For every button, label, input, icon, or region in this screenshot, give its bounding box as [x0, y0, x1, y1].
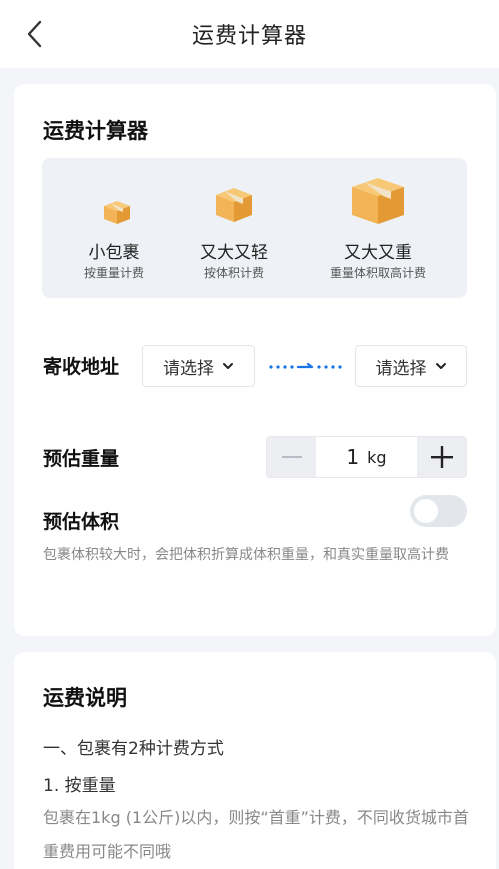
- package-option-medium[interactable]: 又大又轻 按体积计费: [182, 158, 286, 298]
- explain-line-by-weight: 1. 按重量: [43, 776, 116, 796]
- plus-icon: [430, 446, 453, 468]
- calculator-title: 运费计算器: [43, 119, 148, 143]
- from-address-value: 请选择: [163, 358, 214, 379]
- weight-stepper: 1 kg: [266, 436, 467, 478]
- volume-toggle[interactable]: [410, 495, 467, 527]
- chevron-down-icon: [223, 363, 233, 369]
- chevron-down-icon: [435, 363, 446, 369]
- volume-label: 预估体积: [43, 511, 120, 533]
- page-title: 运费计算器: [191, 24, 307, 49]
- package-desc: 按体积计费: [203, 266, 264, 280]
- large-box-icon: [352, 178, 404, 224]
- decrease-weight-button[interactable]: [267, 437, 316, 477]
- package-option-large[interactable]: 又大又重 重量体积取高计费: [316, 158, 440, 298]
- route-arrow-icon: [269, 362, 342, 369]
- increase-weight-button[interactable]: [417, 437, 466, 477]
- nav-bar: 运费计算器: [0, 0, 499, 68]
- explain-card: 运费说明 一、包裹有2种计费方式 1. 按重量 包裹在1kg (1公斤)以内，则…: [14, 652, 496, 869]
- weight-label: 预估重量: [43, 448, 120, 470]
- toggle-knob: [414, 499, 438, 523]
- chevron-left-icon: [27, 20, 42, 48]
- address-label: 寄收地址: [43, 356, 120, 378]
- weight-number: 1: [346, 445, 360, 469]
- from-address-select[interactable]: 请选择: [142, 345, 255, 387]
- package-type-panel: 小包裹 按重量计费 又大又轻 按体积计费 又大又重 重量体积取高计费: [42, 158, 467, 298]
- calculator-card: 运费计算器 小包裹 按重量计费 又大又轻 按体积计费 又大又重 重量体积取高计费…: [14, 84, 496, 636]
- to-address-select[interactable]: 请选择: [355, 345, 467, 387]
- explain-line-methods: 一、包裹有2种计费方式: [43, 739, 224, 759]
- weight-value[interactable]: 1 kg: [316, 437, 417, 477]
- weight-unit: kg: [367, 447, 387, 467]
- back-button[interactable]: [18, 18, 50, 50]
- package-option-small[interactable]: 小包裹 按重量计费: [60, 158, 168, 298]
- volume-hint: 包裹体积较大时，会把体积折算成体积重量，和真实重量取高计费: [43, 547, 449, 563]
- explain-title: 运费说明: [43, 686, 127, 710]
- small-box-icon: [104, 201, 130, 224]
- package-name: 又大又重: [344, 243, 412, 263]
- explain-body: 包裹在1kg (1公斤)以内，则按“首重”计费，不同收货城市首重费用可能不同哦: [43, 808, 469, 861]
- package-desc: 按重量计费: [83, 266, 144, 280]
- package-name: 小包裹: [88, 243, 140, 263]
- minus-icon: [281, 456, 302, 458]
- package-desc: 重量体积取高计费: [329, 266, 426, 280]
- to-address-value: 请选择: [375, 358, 427, 379]
- medium-box-icon: [216, 188, 252, 222]
- package-name: 又大又轻: [200, 243, 268, 263]
